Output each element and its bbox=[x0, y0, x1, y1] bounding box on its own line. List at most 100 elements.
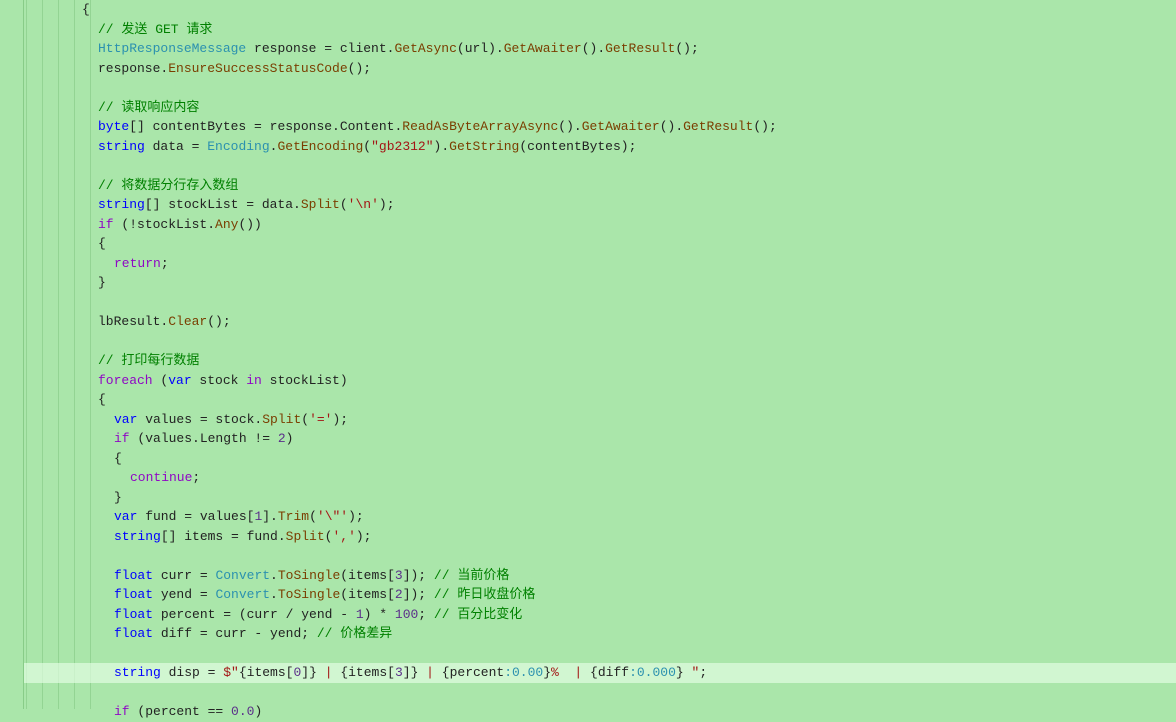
code-line[interactable]: { bbox=[24, 234, 1176, 254]
code-line[interactable]: byte[] contentBytes = response.Content.R… bbox=[24, 117, 1176, 137]
code-token: ; bbox=[418, 607, 434, 622]
code-token: 3 bbox=[395, 568, 403, 583]
code-token: { bbox=[590, 665, 598, 680]
code-line[interactable]: { bbox=[24, 0, 1176, 20]
code-token: | bbox=[317, 665, 340, 680]
code-token: Convert bbox=[215, 587, 270, 602]
code-line[interactable] bbox=[24, 683, 1176, 703]
code-token: ( bbox=[301, 412, 309, 427]
code-line[interactable] bbox=[24, 546, 1176, 566]
code-token: ',' bbox=[332, 529, 355, 544]
code-token: byte bbox=[98, 119, 129, 134]
code-line[interactable]: string disp = $"{items[0]} | {items[3]} … bbox=[24, 663, 1176, 683]
code-token: Convert bbox=[215, 568, 270, 583]
code-token: ( bbox=[309, 509, 317, 524]
code-token: string bbox=[98, 139, 145, 154]
code-token: GetResult bbox=[605, 41, 675, 56]
code-token: (). bbox=[558, 119, 581, 134]
code-token: // 发送 GET 请求 bbox=[98, 22, 212, 37]
code-line[interactable] bbox=[24, 156, 1176, 176]
code-token: { bbox=[340, 665, 348, 680]
code-token: disp = bbox=[161, 665, 223, 680]
code-line[interactable]: lbResult.Clear(); bbox=[24, 312, 1176, 332]
code-line[interactable]: HttpResponseMessage response = client.Ge… bbox=[24, 39, 1176, 59]
code-line[interactable]: continue; bbox=[24, 468, 1176, 488]
code-token: Split bbox=[286, 529, 325, 544]
code-token: Encoding bbox=[207, 139, 269, 154]
code-token: string bbox=[114, 529, 161, 544]
code-token: { bbox=[442, 665, 450, 680]
code-line[interactable] bbox=[24, 78, 1176, 98]
code-token: ) bbox=[254, 704, 262, 719]
code-token: in bbox=[246, 373, 262, 388]
code-token: 2 bbox=[395, 587, 403, 602]
code-line[interactable]: string[] stockList = data.Split('\n'); bbox=[24, 195, 1176, 215]
code-token: ; bbox=[192, 470, 200, 485]
code-token: lbResult. bbox=[98, 314, 168, 329]
code-token: (); bbox=[207, 314, 230, 329]
code-token: if bbox=[98, 217, 114, 232]
code-line[interactable]: if (values.Length != 2) bbox=[24, 429, 1176, 449]
code-token: ]. bbox=[262, 509, 278, 524]
code-token: EnsureSuccessStatusCode bbox=[168, 61, 347, 76]
code-token: stock bbox=[192, 373, 247, 388]
code-token: diff bbox=[598, 665, 629, 680]
code-token: float bbox=[114, 626, 153, 641]
code-line[interactable] bbox=[24, 293, 1176, 313]
code-token: // 当前价格 bbox=[434, 568, 509, 583]
code-line[interactable]: // 将数据分行存入数组 bbox=[24, 176, 1176, 196]
code-token: // 打印每行数据 bbox=[98, 353, 199, 368]
code-line[interactable]: var values = stock.Split('='); bbox=[24, 410, 1176, 430]
code-line[interactable]: { bbox=[24, 449, 1176, 469]
code-token: Split bbox=[262, 412, 301, 427]
code-token: (items[ bbox=[340, 568, 395, 583]
code-token: '\n' bbox=[348, 197, 379, 212]
code-line[interactable]: float diff = curr - yend; // 价格差异 bbox=[24, 624, 1176, 644]
code-token: GetAwaiter bbox=[582, 119, 660, 134]
code-token: (); bbox=[348, 61, 371, 76]
code-line[interactable]: return; bbox=[24, 254, 1176, 274]
code-token: [] contentBytes = response.Content. bbox=[129, 119, 402, 134]
code-line[interactable]: float yend = Convert.ToSingle(items[2]);… bbox=[24, 585, 1176, 605]
code-token: ] bbox=[301, 665, 309, 680]
code-line[interactable]: // 打印每行数据 bbox=[24, 351, 1176, 371]
code-token: ) * bbox=[364, 607, 395, 622]
code-token: { bbox=[98, 392, 106, 407]
code-line[interactable]: float curr = Convert.ToSingle(items[3]);… bbox=[24, 566, 1176, 586]
code-line[interactable]: if (!stockList.Any()) bbox=[24, 215, 1176, 235]
code-token: float bbox=[114, 587, 153, 602]
code-line[interactable]: string[] items = fund.Split(','); bbox=[24, 527, 1176, 547]
code-token: ( bbox=[363, 139, 371, 154]
code-token: } bbox=[98, 275, 106, 290]
code-editor[interactable]: { // 发送 GET 请求 HttpResponseMessage respons… bbox=[24, 0, 1176, 722]
code-line[interactable]: // 发送 GET 请求 bbox=[24, 20, 1176, 40]
code-line[interactable]: // 读取响应内容 bbox=[24, 98, 1176, 118]
code-token: ]); bbox=[403, 568, 434, 583]
code-token: ; bbox=[161, 256, 169, 271]
code-token: float bbox=[114, 607, 153, 622]
code-line[interactable]: } bbox=[24, 273, 1176, 293]
code-token: } bbox=[309, 665, 317, 680]
code-token: ); bbox=[348, 509, 364, 524]
code-line[interactable]: { bbox=[24, 390, 1176, 410]
code-line[interactable]: response.EnsureSuccessStatusCode(); bbox=[24, 59, 1176, 79]
code-line[interactable]: foreach (var stock in stockList) bbox=[24, 371, 1176, 391]
code-token: { bbox=[98, 236, 106, 251]
code-line[interactable]: float percent = (curr / yend - 1) * 100;… bbox=[24, 605, 1176, 625]
code-line[interactable]: var fund = values[1].Trim('\"'); bbox=[24, 507, 1176, 527]
code-token: values = stock. bbox=[137, 412, 262, 427]
code-token: (). bbox=[660, 119, 683, 134]
code-token: Trim bbox=[278, 509, 309, 524]
code-line[interactable]: string data = Encoding.GetEncoding("gb23… bbox=[24, 137, 1176, 157]
code-line[interactable] bbox=[24, 644, 1176, 664]
code-token: [] stockList = data. bbox=[145, 197, 301, 212]
code-line[interactable]: if (percent == 0.0) bbox=[24, 702, 1176, 722]
code-token: GetAwaiter bbox=[504, 41, 582, 56]
code-token: $" bbox=[223, 665, 239, 680]
code-line[interactable] bbox=[24, 332, 1176, 352]
code-token: { bbox=[114, 451, 122, 466]
code-token: (). bbox=[582, 41, 605, 56]
code-line[interactable]: } bbox=[24, 488, 1176, 508]
code-token: '\"' bbox=[317, 509, 348, 524]
code-token: | bbox=[418, 665, 441, 680]
